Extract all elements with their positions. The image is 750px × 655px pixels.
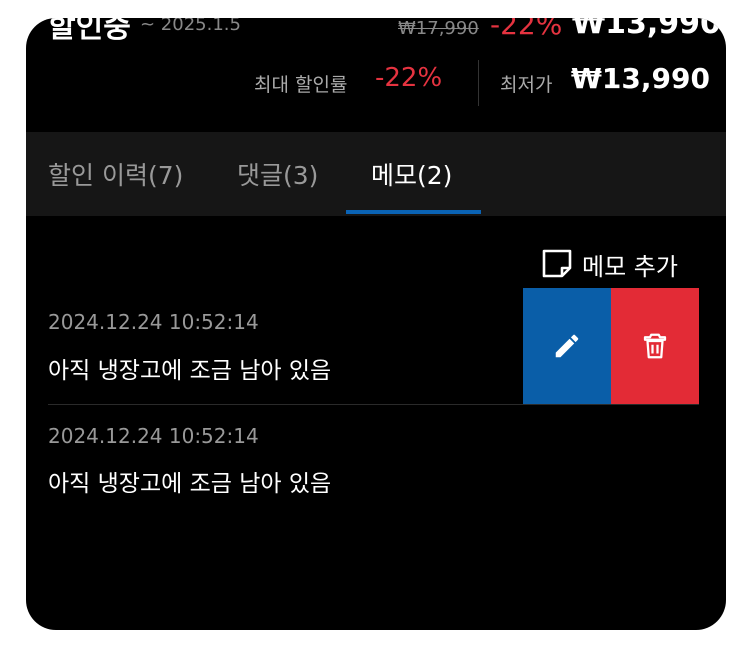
tab-bar: 할인 이력(7) 댓글(3) 메모(2)	[26, 132, 726, 216]
deal-header: 할인중 ~ 2025.1.5 ₩17,990 -22% ₩13,990	[26, 18, 726, 52]
deal-detail-card: 할인중 ~ 2025.1.5 ₩17,990 -22% ₩13,990 최대 할…	[26, 18, 726, 630]
memo-item[interactable]: 2024.12.24 10:52:14 아직 냉장고에 조금 남아 있음	[48, 424, 699, 514]
sale-price: ₩13,990	[572, 18, 721, 41]
active-tab-indicator	[346, 210, 481, 214]
max-discount-value: -22%	[375, 63, 443, 93]
memo-timestamp: 2024.12.24 10:52:14	[48, 424, 259, 448]
delete-memo-button[interactable]	[611, 288, 699, 404]
tab-memos[interactable]: 메모(2)	[371, 156, 452, 192]
memo-divider	[48, 404, 699, 405]
tab-discount-history[interactable]: 할인 이력(7)	[48, 156, 183, 192]
discount-rate: -22%	[490, 18, 563, 41]
stats-divider	[478, 60, 479, 106]
price-stats: 최대 할인률 -22% 최저가 ₩13,990	[26, 60, 726, 112]
memo-text: 아직 냉장고에 조금 남아 있음	[48, 358, 332, 384]
edit-memo-button[interactable]	[523, 288, 611, 404]
memo-timestamp: 2024.12.24 10:52:14	[48, 310, 259, 334]
memo-text: 아직 냉장고에 조금 남아 있음	[48, 471, 332, 497]
tab-comments[interactable]: 댓글(3)	[237, 156, 318, 192]
sale-end-date: ~ 2025.1.5	[140, 18, 241, 35]
add-memo-label: 메모 추가	[582, 253, 678, 281]
lowest-price-label: 최저가	[500, 74, 553, 96]
lowest-price-value: ₩13,990	[571, 62, 710, 95]
original-price: ₩17,990	[398, 18, 479, 39]
max-discount-label: 최대 할인률	[254, 74, 348, 96]
sale-status-title: 할인중	[48, 18, 131, 45]
